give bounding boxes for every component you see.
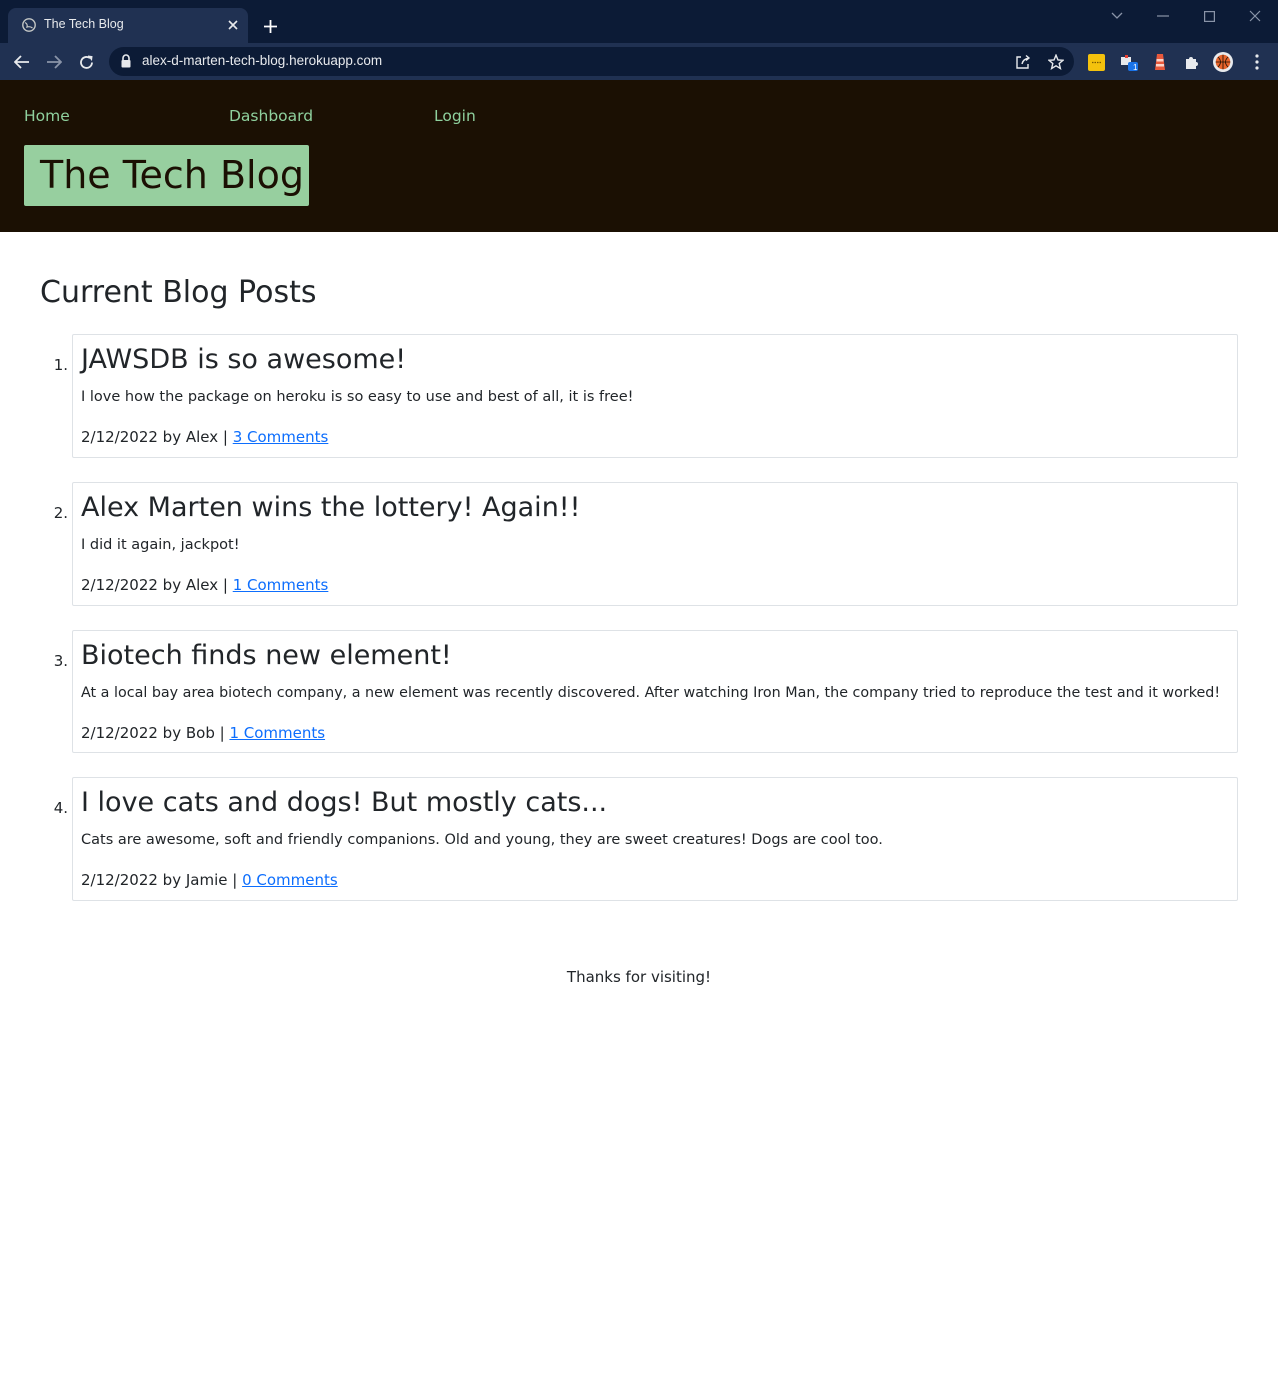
tab-title: The Tech Blog — [44, 17, 124, 31]
post-number: 2. — [53, 504, 68, 522]
browser-tab-strip: The Tech Blog — [0, 0, 1278, 43]
post-comments-link[interactable]: 0 Comments — [242, 871, 338, 889]
brand-banner: The Tech Blog — [24, 145, 309, 206]
post-meta: 2/12/2022 by Alex | 1 Comments — [81, 575, 328, 595]
reload-icon[interactable] — [73, 49, 99, 75]
tab-search-icon[interactable] — [1104, 5, 1130, 27]
lock-icon — [121, 54, 131, 68]
post-body: Cats are awesome, soft and friendly comp… — [81, 832, 883, 848]
new-tab-icon[interactable] — [259, 15, 281, 37]
post-meta: 2/12/2022 by Alex | 3 Comments — [81, 427, 328, 447]
post-card: I love cats and dogs! But mostly cats...… — [72, 777, 1238, 901]
post-body: I love how the package on heroku is so e… — [81, 389, 634, 405]
post-number: 3. — [53, 652, 68, 670]
site-header: Home Dashboard Login The Tech Blog — [0, 80, 1278, 232]
post-meta: 2/12/2022 by Jamie | 0 Comments — [81, 870, 338, 890]
browser-menu-icon[interactable] — [1247, 52, 1267, 72]
post-title: Alex Marten wins the lottery! Again!! — [81, 492, 581, 523]
post-byline: 2/12/2022 by Bob | — [81, 724, 230, 742]
nav-home-link[interactable]: Home — [24, 107, 70, 125]
profile-avatar-icon[interactable] — [1213, 52, 1233, 72]
close-tab-icon[interactable] — [224, 16, 242, 34]
nav-dashboard-link[interactable]: Dashboard — [229, 107, 313, 125]
post-byline: 2/12/2022 by Alex | — [81, 428, 233, 446]
post-byline: 2/12/2022 by Jamie | — [81, 871, 243, 889]
post-title: Biotech finds new element! — [81, 640, 452, 671]
share-icon[interactable] — [1013, 52, 1033, 72]
post-card: Alex Marten wins the lottery! Again!! I … — [72, 482, 1238, 606]
extensions-puzzle-icon[interactable] — [1182, 52, 1202, 72]
extension-notes-icon[interactable] — [1086, 52, 1106, 72]
page-heading: Current Blog Posts — [40, 275, 317, 310]
footer-text: Thanks for visiting! — [566, 968, 712, 986]
post-body: At a local bay area biotech company, a n… — [81, 685, 1221, 701]
post-card: JAWSDB is so awesome! I love how the pac… — [72, 334, 1238, 458]
post-card: Biotech finds new element! At a local ba… — [72, 630, 1238, 753]
extension-badge-count: 1 — [1133, 63, 1138, 72]
post-comments-link[interactable]: 1 Comments — [229, 724, 325, 742]
post-title: I love cats and dogs! But mostly cats... — [81, 787, 608, 818]
site-title: The Tech Blog — [40, 153, 304, 197]
back-arrow-icon[interactable] — [9, 49, 35, 75]
post-comments-link[interactable]: 1 Comments — [233, 576, 329, 594]
post-title: JAWSDB is so awesome! — [81, 344, 407, 375]
post-number: 4. — [53, 799, 68, 817]
maximize-icon[interactable] — [1196, 5, 1222, 27]
extension-lighthouse-icon[interactable] — [1150, 52, 1170, 72]
post-meta: 2/12/2022 by Bob | 1 Comments — [81, 723, 325, 743]
browser-toolbar: alex-d-marten-tech-blog.herokuapp.com 1 — [0, 43, 1278, 80]
post-number: 1. — [53, 356, 68, 374]
post-body: I did it again, jackpot! — [81, 537, 240, 553]
post-byline: 2/12/2022 by Alex | — [81, 576, 233, 594]
post-comments-link[interactable]: 3 Comments — [233, 428, 329, 446]
address-bar[interactable]: alex-d-marten-tech-blog.herokuapp.com — [109, 47, 1074, 76]
forward-arrow-icon[interactable] — [41, 49, 67, 75]
close-window-icon[interactable] — [1242, 5, 1268, 27]
url-text: alex-d-marten-tech-blog.herokuapp.com — [142, 53, 383, 68]
nav-login-link[interactable]: Login — [434, 107, 476, 125]
minimize-icon[interactable] — [1150, 5, 1176, 27]
browser-tab[interactable]: The Tech Blog — [8, 8, 248, 43]
globe-icon — [22, 18, 36, 32]
bookmark-star-icon[interactable] — [1046, 52, 1066, 72]
